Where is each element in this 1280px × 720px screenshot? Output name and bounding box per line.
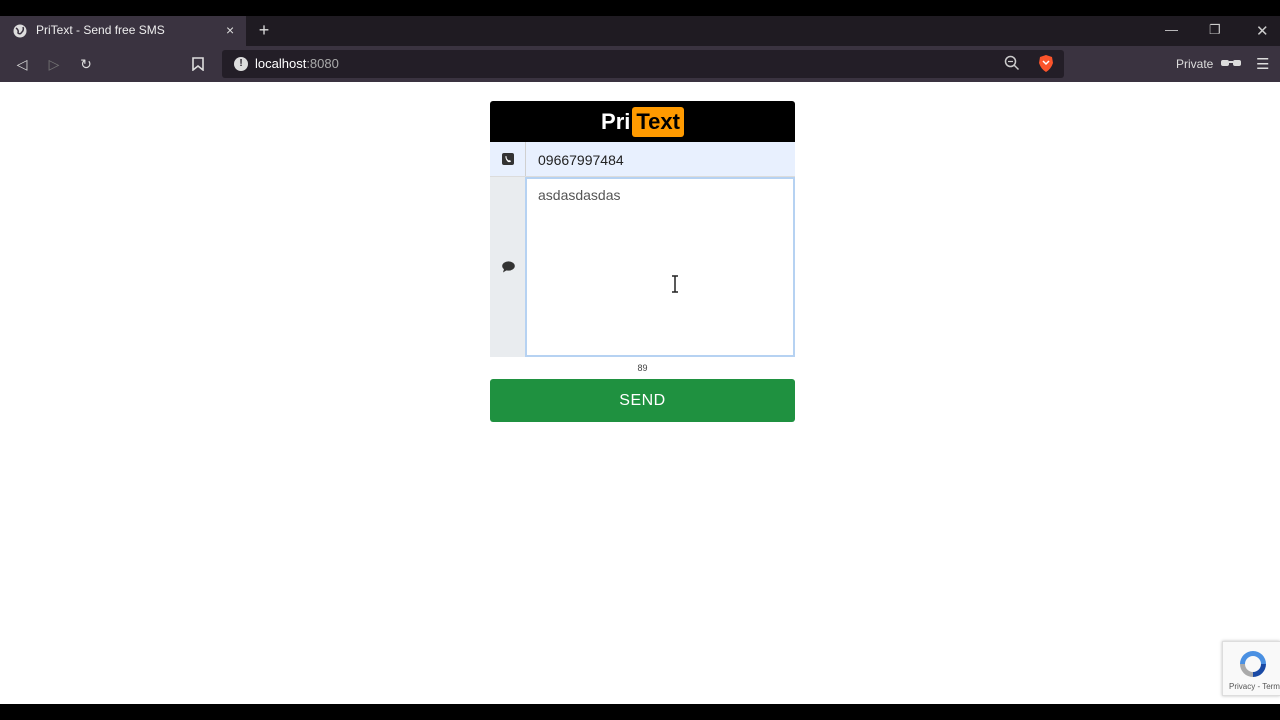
globe-icon <box>13 24 27 38</box>
tab-close-icon[interactable]: × <box>226 22 234 38</box>
message-textarea[interactable]: asdasdasdas <box>525 177 795 357</box>
forward-icon[interactable]: ▷ <box>44 54 64 74</box>
phone-row <box>490 142 795 177</box>
brave-shields-icon[interactable] <box>1038 54 1054 73</box>
back-icon[interactable]: ◁ <box>12 54 32 74</box>
message-addon <box>490 177 526 357</box>
reload-icon[interactable]: ↻ <box>76 54 96 74</box>
sms-form: Pri Text asdasdasdas 89 SEND <box>490 101 795 422</box>
recaptcha-links[interactable]: Privacy - Terms <box>1229 682 1280 691</box>
comment-icon <box>502 261 515 273</box>
phone-number-input[interactable] <box>526 142 795 177</box>
tab-active[interactable]: PriText - Send free SMS × <box>0 16 246 46</box>
address-bar[interactable]: ! localhost:8080 <box>222 50 1064 78</box>
tab-bar: PriText - Send free SMS × + — ❐ ✕ <box>0 16 1280 46</box>
restore-icon[interactable]: ❐ <box>1209 22 1221 38</box>
menu-icon[interactable]: ☰ <box>1256 55 1269 73</box>
window-close-icon[interactable]: ✕ <box>1256 22 1269 40</box>
page-content: Pri Text asdasdasdas 89 SEND <box>0 82 1280 704</box>
minimize-icon[interactable]: — <box>1165 22 1178 37</box>
logo-text: Text <box>632 106 684 137</box>
recaptcha-badge[interactable]: Privacy - Terms <box>1222 641 1280 696</box>
url-host: localhost <box>255 56 307 71</box>
private-label: Private <box>1176 57 1214 71</box>
browser-toolbar: ◁ ▷ ↻ ! localhost:8080 Private ☰ <box>0 46 1280 82</box>
logo-pri: Pri <box>601 108 631 134</box>
tab-title: PriText - Send free SMS <box>36 23 165 37</box>
message-row: asdasdasdas <box>490 177 795 357</box>
url-text: localhost:8080 <box>255 56 339 71</box>
site-info-icon[interactable]: ! <box>234 57 248 71</box>
zoom-icon[interactable] <box>1004 55 1020 71</box>
new-tab-button[interactable]: + <box>254 19 274 41</box>
top-strip <box>0 0 1280 16</box>
logo: Pri Text <box>490 101 795 142</box>
char-counter: 89 <box>637 363 648 373</box>
url-port: :8080 <box>306 56 339 71</box>
recaptcha-icon <box>1240 651 1266 677</box>
text-cursor-icon <box>672 275 678 293</box>
phone-addon <box>490 142 526 176</box>
private-glasses-icon <box>1221 60 1241 66</box>
bottom-strip <box>0 704 1280 720</box>
send-button[interactable]: SEND <box>490 379 795 422</box>
phone-icon <box>502 153 514 165</box>
bookmark-icon[interactable] <box>188 54 208 74</box>
